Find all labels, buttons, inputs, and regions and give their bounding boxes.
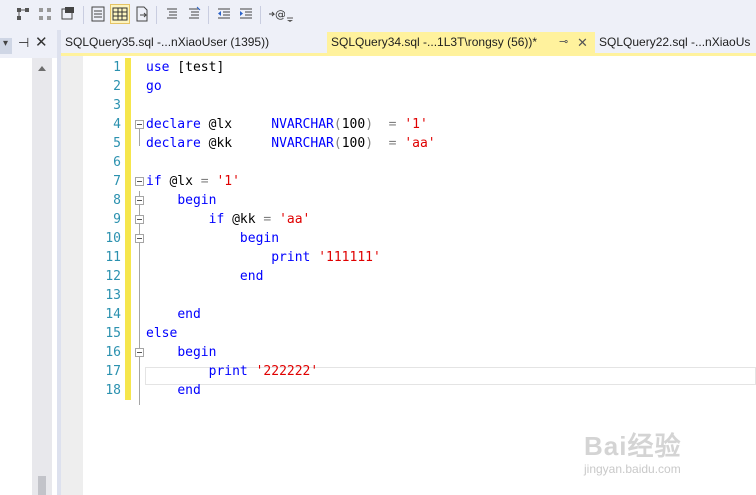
scroll-thumb[interactable] [38,476,46,495]
tab-sqlquery34[interactable]: SQLQuery34.sql -...1L3T\rongsy (56))* ⊸ … [327,32,595,53]
toolbar: @ [0,0,756,31]
intellisense-icon[interactable] [58,4,78,24]
code-line: 2 go [61,77,756,96]
code-line: 5 declare @kk NVARCHAR(100) = 'aa' [61,134,756,153]
display-estimated-plan-icon[interactable] [14,4,34,24]
line-text: begin [239,231,280,246]
line-number: 9 [113,212,121,227]
line-text: end [177,307,201,322]
code-line: 1 use [test] [61,58,756,77]
panel-header: ▾ ⊣ ✕ [0,30,57,58]
code-line: 15 else [61,324,756,343]
line-number: 1 [113,60,121,75]
watermark-brand: Bai经验 [584,431,682,461]
line-number: 10 [105,231,121,246]
line-number: 5 [113,136,121,151]
results-to-grid-icon[interactable] [110,4,130,24]
tab-label: SQLQuery35.sql -...nXiaoUser (1395)) [65,35,270,49]
tab-pin-icon[interactable]: ⊸ [559,32,568,53]
fold-toggle-icon[interactable] [135,120,144,129]
line-number: 4 [113,117,121,132]
code-line: 4 declare @lx NVARCHAR(100) = '1' [61,115,756,134]
watermark-url: jingyan.baidu.com [584,462,681,476]
scroll-up-icon[interactable] [38,66,46,71]
code-line: 10 begin [61,229,756,248]
line-text: begin [177,193,217,208]
baidu-watermark: Bai经验 jingyan.baidu.com [584,412,754,492]
code-line: 12 end [61,267,756,286]
code-line: 6 [61,153,756,172]
tab-label: SQLQuery34.sql -...1L3T\rongsy (56))* [331,35,538,49]
code-line: 16 begin [61,343,756,362]
line-number: 8 [113,193,121,208]
line-text: use [test] [146,60,225,75]
tab-label: SQLQuery22.sql -...nXiaoUs [599,35,751,49]
line-number: 18 [105,383,121,398]
document-tabs: SQLQuery35.sql -...nXiaoUser (1395)) SQL… [61,30,756,53]
uncomment-lines-icon[interactable] [184,4,204,24]
fold-toggle-icon[interactable] [135,348,144,357]
code-line: 18 end [61,381,756,400]
results-to-text-icon[interactable] [88,4,108,24]
results-to-file-icon[interactable] [132,4,152,24]
line-number: 3 [113,98,121,113]
tab-close-icon[interactable]: ✕ [577,32,588,53]
line-text: else [146,326,178,341]
code-line: 11 print '111111' [61,248,756,267]
specify-template-parameters-icon[interactable]: @ [266,4,286,24]
line-number: 15 [105,326,121,341]
tab-sqlquery22[interactable]: SQLQuery22.sql -...nXiaoUs [595,32,756,53]
panel-menu-icon[interactable]: ▾ [3,38,8,49]
fold-toggle-icon[interactable] [135,234,144,243]
close-panel-icon[interactable]: ✕ [35,33,48,51]
comment-lines-icon[interactable] [162,4,182,24]
code-line: 9 if @kk = 'aa' [61,210,756,229]
decrease-indent-icon[interactable] [214,4,234,24]
code-line: 17 print '222222' [61,362,756,381]
line-number: 6 [113,155,121,170]
panel-scrollbar[interactable] [32,58,52,495]
line-number: 7 [113,174,121,189]
increase-indent-icon[interactable] [236,4,256,24]
code-line: 8 begin [61,191,756,210]
line-text: end [177,383,201,398]
fold-toggle-icon[interactable] [135,177,144,186]
line-text: begin [177,345,217,360]
fold-toggle-icon[interactable] [135,215,144,224]
line-text: if @lx = '1' [146,174,240,189]
code-line: 3 [61,96,756,115]
line-text: print '222222' [208,364,319,379]
line-number: 13 [105,288,121,303]
toolbar-overflow-icon[interactable] [284,4,296,24]
line-number: 14 [105,307,121,322]
tab-sqlquery35[interactable]: SQLQuery35.sql -...nXiaoUser (1395)) [61,32,327,53]
code-line: 7 if @lx = '1' [61,172,756,191]
pin-icon[interactable]: ⊣ [18,35,29,51]
line-text: declare @lx NVARCHAR(100) = '1' [146,117,428,132]
line-text: end [239,269,264,284]
code-line: 14 end [61,305,756,324]
query-options-icon[interactable] [36,4,56,24]
fold-toggle-icon[interactable] [135,196,144,205]
line-number: 2 [113,79,121,94]
line-number: 12 [105,269,121,284]
line-text: go [146,79,162,94]
line-number: 17 [105,364,121,379]
line-text: declare @kk NVARCHAR(100) = 'aa' [146,136,436,151]
line-number: 11 [105,250,121,265]
line-text: print '111111' [271,250,381,265]
line-number: 16 [105,345,121,360]
line-text: if @kk = 'aa' [208,212,311,227]
code-line: 13 [61,286,756,305]
